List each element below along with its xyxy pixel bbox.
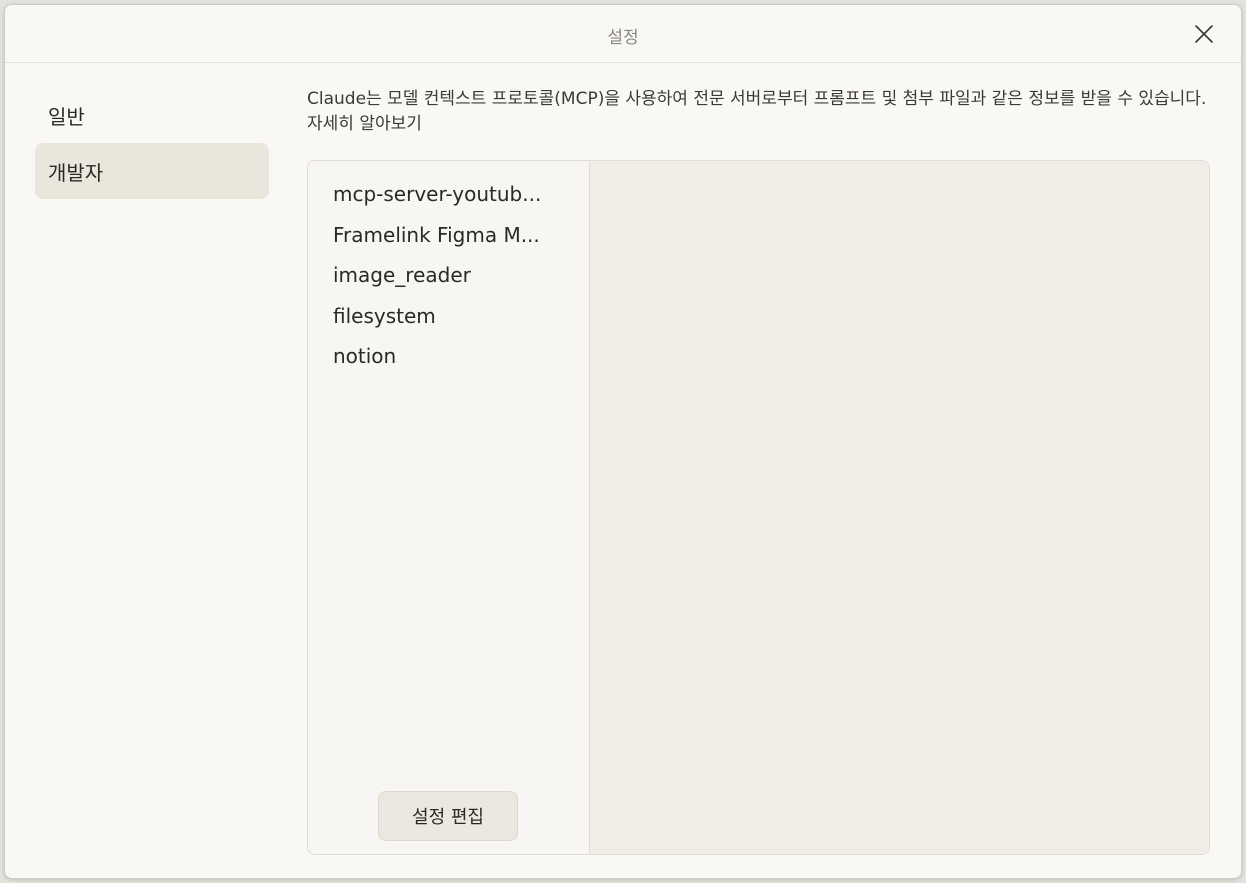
sidebar-item-developer[interactable]: 개발자 [35, 143, 269, 199]
server-item-image-reader[interactable]: image_reader [333, 258, 568, 292]
server-item-figma[interactable]: Framelink Figma M... [333, 218, 568, 252]
server-item-filesystem[interactable]: filesystem [333, 299, 568, 333]
close-icon [1195, 25, 1213, 43]
sidebar-item-general[interactable]: 일반 [35, 87, 269, 143]
settings-window: 설정 일반 개발자 Claude는 모델 컨텍스트 프로토콜(MCP)을 사용하… [4, 4, 1242, 879]
server-list: mcp-server-youtub... Framelink Figma M..… [308, 161, 590, 854]
description-text: Claude는 모델 컨텍스트 프로토콜(MCP)을 사용하여 전문 서버로부터… [307, 89, 1207, 109]
learn-more-link[interactable]: 자세히 알아보기 [307, 114, 422, 134]
edit-config-button[interactable]: 설정 편집 [378, 791, 518, 841]
title-bar: 설정 [5, 5, 1241, 63]
window-title: 설정 [607, 28, 639, 48]
sidebar: 일반 개발자 [35, 87, 269, 199]
server-item-youtube[interactable]: mcp-server-youtub... [333, 177, 568, 211]
sidebar-item-label: 일반 [48, 104, 85, 129]
server-item-notion[interactable]: notion [333, 339, 568, 373]
sidebar-item-label: 개발자 [48, 160, 104, 185]
mcp-servers-panel: mcp-server-youtub... Framelink Figma M..… [307, 160, 1210, 855]
close-button[interactable] [1193, 23, 1215, 45]
server-detail-pane [590, 161, 1209, 854]
mcp-description: Claude는 모델 컨텍스트 프로토콜(MCP)을 사용하여 전문 서버로부터… [307, 87, 1217, 137]
